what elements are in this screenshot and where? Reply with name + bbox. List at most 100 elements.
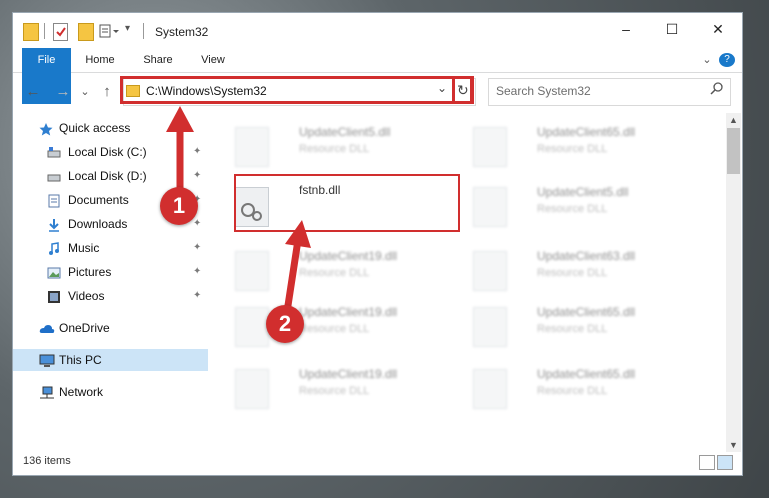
file-name: UpdateClient63.dll: [537, 249, 636, 263]
tab-share[interactable]: Share: [137, 48, 179, 72]
file-name: UpdateClient19.dll: [299, 249, 398, 263]
pin-icon[interactable]: ✦: [193, 237, 201, 259]
scroll-up-arrow-icon[interactable]: ▲: [726, 113, 741, 127]
sidebar-item-label: Videos: [68, 289, 105, 303]
file-name: UpdateClient19.dll: [299, 367, 398, 381]
step-badge-1: 1: [160, 187, 198, 225]
file-item[interactable]: UpdateClient65.dll Resource DLL: [467, 297, 693, 353]
title-bar: ▾ System32 – ☐ ✕: [13, 13, 742, 47]
file-description: Resource DLL: [537, 385, 608, 397]
file-description: Resource DLL: [537, 267, 608, 279]
large-icons-view-icon[interactable]: [717, 455, 733, 470]
pictures-icon: [47, 265, 61, 279]
file-description: Resource DLL: [537, 143, 608, 155]
file-item[interactable]: UpdateClient65.dll Resource DLL: [467, 117, 693, 173]
file-description: Resource DLL: [299, 143, 370, 155]
search-input[interactable]: Search System32: [496, 84, 591, 98]
sidebar-item-label: Downloads: [68, 217, 128, 231]
tab-home[interactable]: Home: [79, 48, 121, 72]
file-description: Resource DLL: [537, 323, 608, 335]
pin-icon[interactable]: ✦: [193, 285, 201, 307]
pin-icon[interactable]: ✦: [193, 165, 201, 187]
sidebar-item-local-disk-c[interactable]: Local Disk (C:) ✦: [13, 141, 208, 163]
customize-toolbar-icon[interactable]: ▾: [125, 23, 135, 39]
file-description: Resource DLL: [299, 385, 370, 397]
sidebar-item-label: Music: [68, 241, 100, 255]
expand-ribbon-icon[interactable]: ⌄: [699, 48, 715, 72]
file-description: Resource DLL: [299, 323, 370, 335]
dll-file-icon: [473, 251, 507, 291]
file-item[interactable]: UpdateClient5.dll Resource DLL: [229, 117, 455, 173]
file-item[interactable]: UpdateClient5.dll Resource DLL: [467, 177, 693, 233]
drive-icon: [47, 145, 61, 159]
documents-icon: [47, 193, 61, 208]
drive-icon: [47, 169, 61, 183]
sidebar-item-label: OneDrive: [59, 321, 110, 335]
sidebar-item-videos[interactable]: Videos ✦: [13, 285, 208, 307]
videos-icon: [47, 289, 61, 303]
file-item[interactable]: UpdateClient63.dll Resource DLL: [467, 241, 693, 297]
step-badge-2: 2: [266, 305, 304, 343]
file-item[interactable]: UpdateClient19.dll Resource DLL: [229, 297, 455, 353]
minimize-button[interactable]: –: [603, 13, 649, 45]
pin-icon[interactable]: ✦: [193, 141, 201, 163]
dll-file-icon: [235, 251, 269, 291]
sidebar-item-music[interactable]: Music ✦: [13, 237, 208, 259]
window-title: System32: [155, 25, 209, 39]
sidebar-item-label: Local Disk (C:): [68, 145, 147, 159]
close-button[interactable]: ✕: [695, 13, 741, 45]
up-button[interactable]: ↑: [97, 82, 117, 102]
forward-button[interactable]: →: [53, 82, 73, 102]
address-highlight-box: [120, 76, 473, 104]
dll-file-icon: [473, 127, 507, 167]
sidebar-item-pictures[interactable]: Pictures ✦: [13, 261, 208, 283]
sidebar-item-onedrive[interactable]: OneDrive: [13, 317, 208, 339]
recent-locations-button[interactable]: ⌄: [75, 82, 95, 102]
sidebar-item-this-pc[interactable]: This PC: [13, 349, 208, 371]
navigation-pane: Quick access Local Disk (C:) ✦ Local Dis…: [13, 117, 208, 455]
properties-icon[interactable]: [53, 23, 68, 41]
quick-access-toolbar-icon[interactable]: [99, 23, 119, 39]
ribbon-tabs: File Home Share View ⌄ ?: [13, 48, 742, 104]
sidebar-item-label: Pictures: [68, 265, 112, 279]
new-folder-icon[interactable]: [78, 23, 94, 41]
sidebar-item-label: Local Disk (D:): [68, 169, 147, 183]
dll-file-icon: [473, 369, 507, 409]
sidebar-item-label: Network: [59, 385, 104, 399]
refresh-highlight-box: [452, 76, 474, 104]
dll-file-icon: [235, 307, 269, 347]
scrollbar-thumb[interactable]: [727, 128, 740, 174]
file-name: UpdateClient65.dll: [537, 305, 636, 319]
scroll-down-arrow-icon[interactable]: ▼: [726, 438, 741, 452]
dll-file-icon: [473, 307, 507, 347]
sidebar-item-label: Documents: [68, 193, 129, 207]
file-list: UpdateClient5.dll Resource DLL UpdateCli…: [209, 113, 726, 453]
file-item[interactable]: UpdateClient19.dll Resource DLL: [229, 359, 455, 415]
folder-icon: [23, 23, 39, 41]
details-view-icon[interactable]: [699, 455, 715, 470]
file-item[interactable]: UpdateClient65.dll Resource DLL: [467, 359, 693, 415]
sidebar-item-network[interactable]: Network: [13, 381, 208, 403]
music-icon: [47, 241, 61, 255]
sidebar-item-quick-access[interactable]: Quick access: [13, 117, 208, 139]
maximize-button[interactable]: ☐: [649, 13, 695, 45]
file-name: UpdateClient5.dll: [299, 125, 391, 139]
status-item-count: 136 items: [23, 455, 71, 467]
sidebar-item-label: Quick access: [59, 121, 131, 135]
back-button[interactable]: ←: [23, 82, 43, 102]
network-icon: [39, 385, 54, 399]
file-name: UpdateClient65.dll: [537, 367, 636, 381]
sidebar-item-local-disk-d[interactable]: Local Disk (D:) ✦: [13, 165, 208, 187]
file-description: Resource DLL: [299, 267, 370, 279]
tab-view[interactable]: View: [193, 48, 233, 72]
file-highlight-box: [234, 174, 460, 232]
sidebar-item-label: This PC: [59, 353, 102, 367]
help-icon[interactable]: ?: [719, 53, 735, 67]
dll-file-icon: [473, 187, 507, 227]
separator: [143, 23, 144, 39]
pin-icon[interactable]: ✦: [193, 261, 201, 283]
search-icon[interactable]: [710, 82, 724, 99]
cloud-icon: [39, 321, 55, 335]
file-name: UpdateClient65.dll: [537, 125, 636, 139]
file-item[interactable]: UpdateClient19.dll Resource DLL: [229, 241, 455, 297]
